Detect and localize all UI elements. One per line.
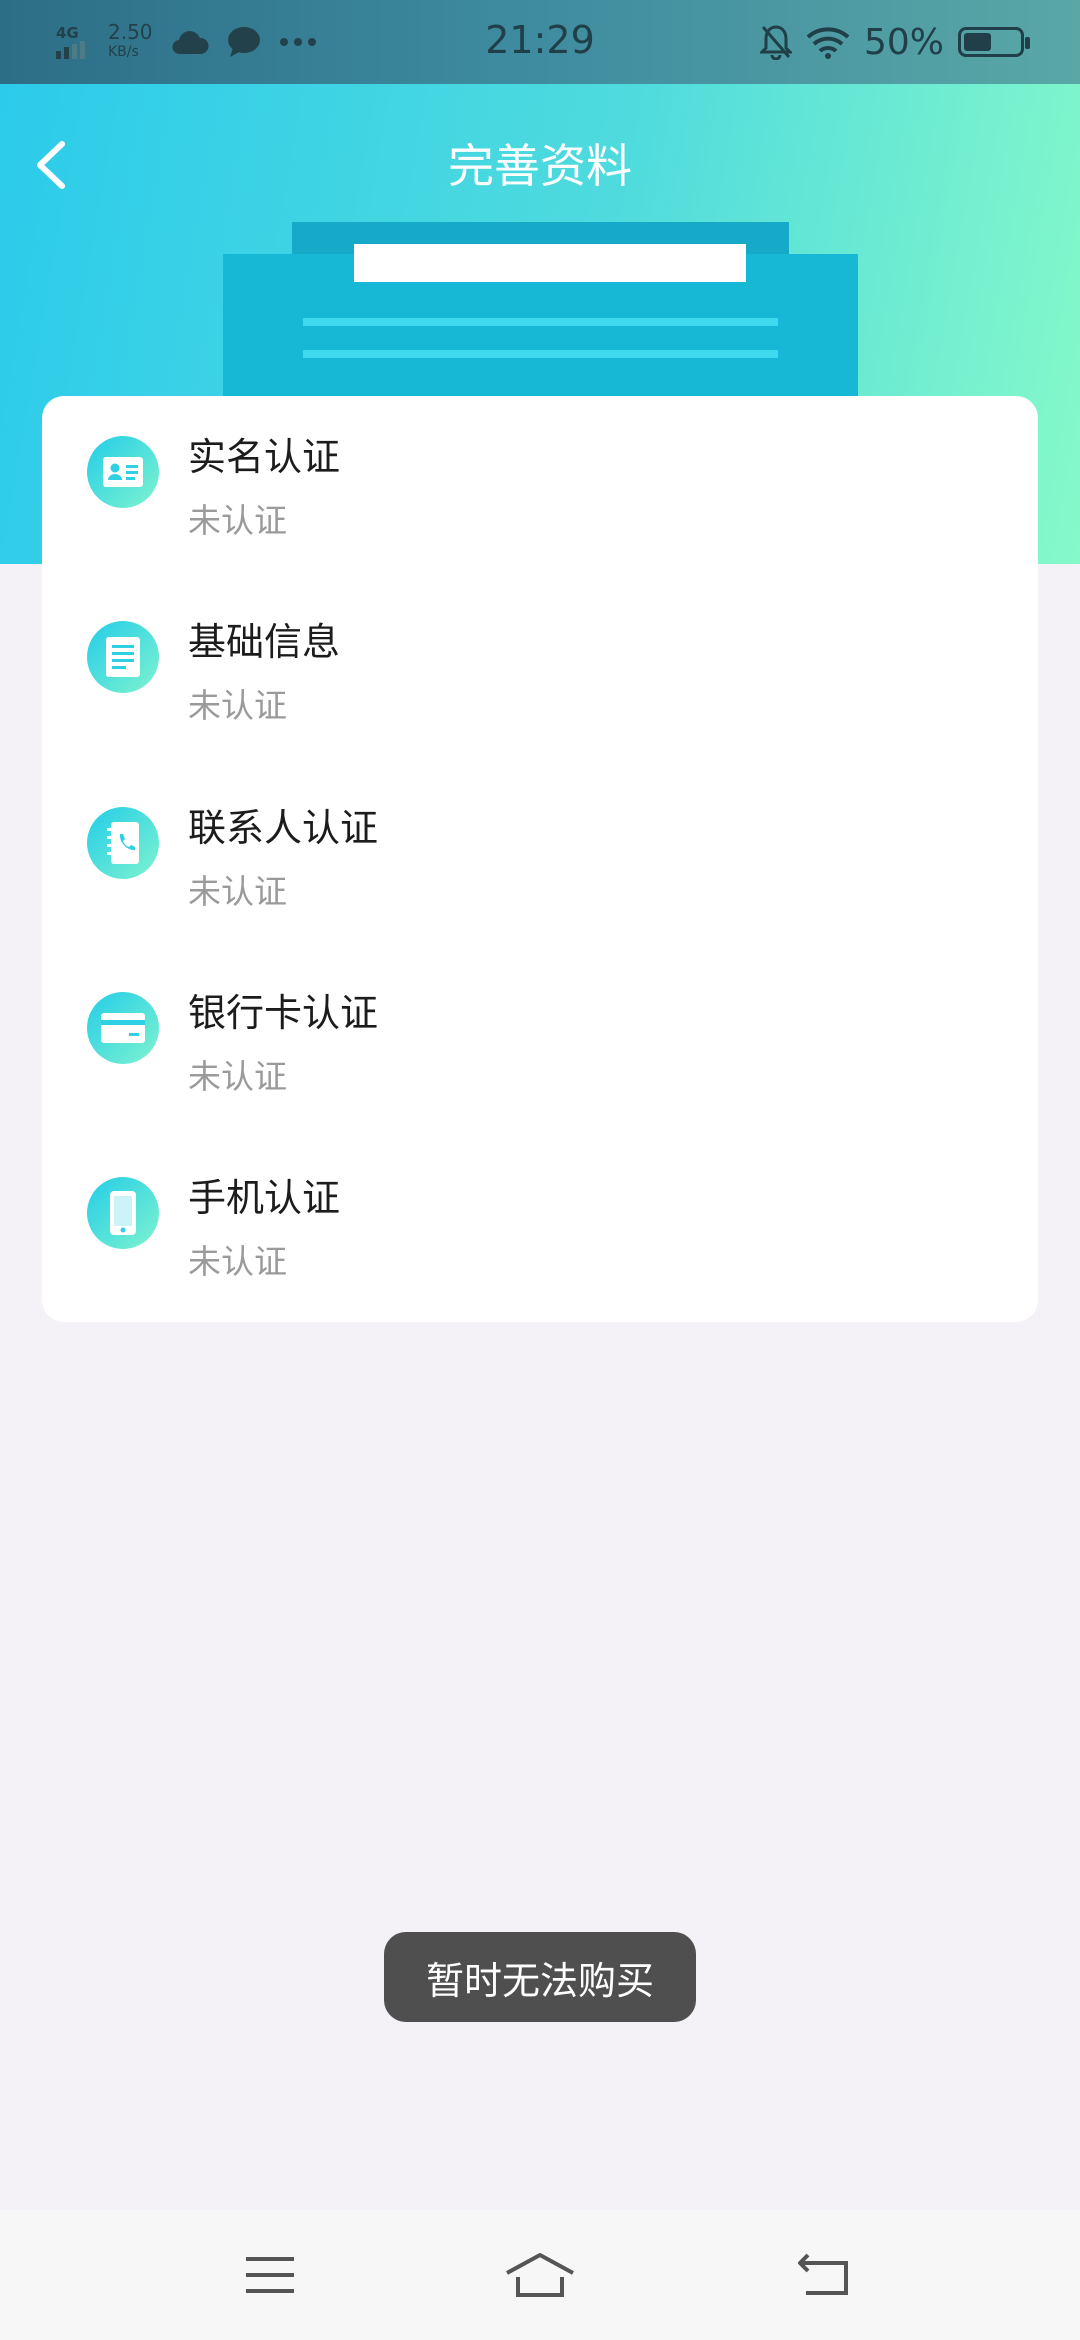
list-item-real-name[interactable]: 实名认证 未认证 xyxy=(42,396,1038,566)
item-status: 未认证 xyxy=(188,872,287,911)
document-icon xyxy=(87,621,159,693)
menu-icon xyxy=(246,2257,294,2293)
mute-bell-icon xyxy=(759,25,792,60)
list-item-contacts[interactable]: 联系人认证 未认证 xyxy=(42,767,1038,937)
battery-level xyxy=(964,33,991,51)
item-name: 基础信息 xyxy=(188,620,341,664)
home-button[interactable] xyxy=(500,2240,580,2310)
contact-book-icon xyxy=(87,807,159,879)
back-icon xyxy=(798,2253,848,2295)
banner-illustration-paper xyxy=(354,244,746,282)
item-status: 未认证 xyxy=(188,501,287,540)
banner-illustration-line xyxy=(303,318,778,326)
item-status: 未认证 xyxy=(188,1242,287,1281)
item-name: 联系人认证 xyxy=(188,806,379,850)
toast-message: 暂时无法购买 xyxy=(384,1932,696,2022)
back-nav-button[interactable] xyxy=(784,2240,864,2310)
banner-illustration-line xyxy=(303,350,778,358)
battery-icon xyxy=(958,27,1030,57)
item-name: 手机认证 xyxy=(188,1176,341,1220)
status-right: 50% xyxy=(759,20,1030,64)
page-title: 完善资料 xyxy=(448,139,632,193)
id-card-icon xyxy=(87,436,159,508)
home-icon xyxy=(506,2253,574,2297)
item-name: 实名认证 xyxy=(188,435,341,479)
item-name: 银行卡认证 xyxy=(188,991,379,1035)
list-item-basic-info[interactable]: 基础信息 未认证 xyxy=(42,581,1038,751)
wifi-icon xyxy=(806,27,850,59)
item-status: 未认证 xyxy=(188,1057,287,1096)
list-item-phone[interactable]: 手机认证 未认证 xyxy=(42,1137,1038,1307)
phone-icon xyxy=(87,1177,159,1249)
verification-list: 实名认证 未认证 基础信息 未认证 联系人认证 未认证 银行卡认证 未认证 手机… xyxy=(42,396,1038,1322)
item-status: 未认证 xyxy=(188,686,287,725)
menu-button[interactable] xyxy=(230,2240,310,2310)
list-item-bank-card[interactable]: 银行卡认证 未认证 xyxy=(42,952,1038,1122)
status-bar: 4G 2.50 KB/s 21:29 50% xyxy=(0,0,1080,84)
bank-card-icon xyxy=(87,992,159,1064)
system-nav-bar xyxy=(0,2210,1080,2340)
battery-percent: 50% xyxy=(863,21,944,63)
